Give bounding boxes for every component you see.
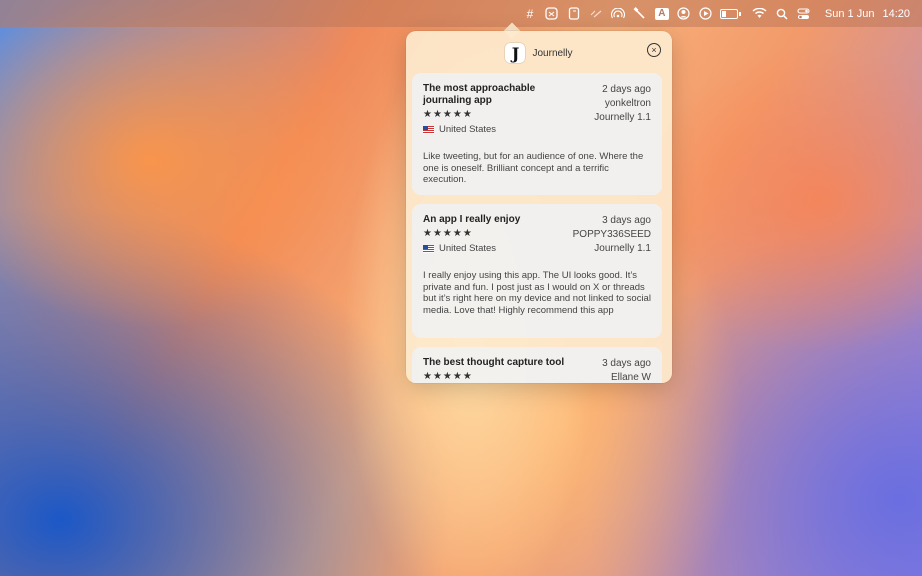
keyboard-input-icon[interactable]: A — [651, 0, 673, 27]
star-rating: ★★★★★ — [423, 109, 473, 120]
hash-icon[interactable]: # — [519, 0, 541, 27]
close-icon: × — [651, 44, 657, 55]
country-label: United States — [439, 243, 497, 254]
notes-app-icon[interactable] — [563, 0, 585, 27]
review-author: POPPY336SEED — [572, 229, 651, 240]
review-version: Journelly 1.1 — [594, 243, 651, 254]
star-rating: ★★★★★ — [423, 371, 473, 382]
popover-header: J Journelly — [406, 41, 672, 65]
play-icon[interactable] — [695, 0, 717, 27]
reviews-popover: J Journelly × The most approachable jour… — [406, 31, 672, 383]
battery-icon[interactable] — [717, 0, 745, 27]
time-label: 14:20 — [882, 7, 910, 20]
review-body: I really enjoy using this app. The UI lo… — [423, 270, 651, 316]
user-icon[interactable] — [673, 0, 695, 27]
review-title: The most approachable journaling app — [423, 83, 536, 106]
review-time: 3 days ago — [602, 215, 651, 226]
menu-bar-clock[interactable]: Sun 1 Jun 14:20 — [825, 8, 910, 20]
control-center-icon[interactable] — [793, 0, 815, 27]
review-card[interactable]: The best thought capture tool 3 days ago… — [412, 347, 662, 383]
review-country: United States — [423, 124, 496, 135]
calendar-app-icon[interactable] — [541, 0, 563, 27]
review-body: Like tweeting, but for an audience of on… — [423, 151, 644, 185]
tool-icon[interactable] — [629, 0, 651, 27]
review-version: Journelly 1.1 — [594, 112, 651, 123]
date-label: Sun 1 Jun — [824, 7, 875, 20]
review-time: 2 days ago — [602, 84, 651, 95]
country-label: United States — [439, 124, 497, 135]
review-meta: 3 days ago POPPY336SEED Journelly 1.1 — [573, 214, 651, 256]
airdrop-icon[interactable] — [607, 0, 629, 27]
close-button[interactable]: × — [647, 43, 661, 57]
search-icon[interactable] — [771, 0, 793, 27]
review-country: United States — [423, 243, 496, 254]
sync-icon[interactable] — [585, 0, 607, 27]
review-card[interactable]: The most approachable journaling app 2 d… — [412, 73, 662, 195]
review-meta: 3 days ago Ellane W — [602, 357, 651, 383]
review-meta: 2 days ago yonkeltron Journelly 1.1 — [594, 83, 651, 125]
review-author: yonkeltron — [604, 98, 651, 109]
review-title: The best thought capture tool — [423, 357, 565, 368]
app-name: Journelly — [532, 47, 573, 59]
menu-bar: # A Sun 1 Jun 14:20 — [0, 0, 922, 27]
review-author: Ellane W — [610, 372, 651, 383]
journelly-app-icon: J — [505, 43, 526, 63]
star-rating: ★★★★★ — [423, 228, 473, 239]
review-time: 3 days ago — [602, 358, 651, 369]
us-flag-icon — [423, 125, 434, 134]
review-title: An app I really enjoy — [423, 214, 521, 225]
wifi-icon[interactable] — [749, 0, 771, 27]
review-card[interactable]: An app I really enjoy 3 days ago POPPY33… — [412, 204, 662, 338]
us-flag-icon — [423, 244, 434, 253]
